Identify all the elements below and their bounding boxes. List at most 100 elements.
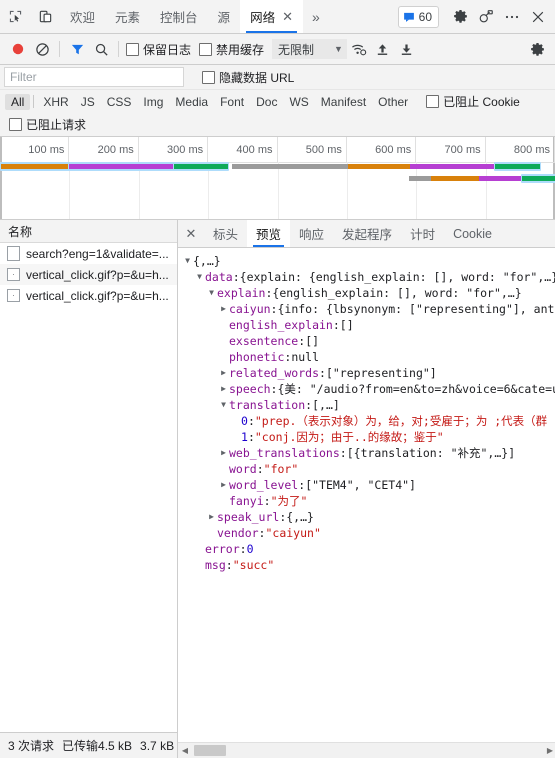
- chevron-right-icon[interactable]: ▶: [218, 477, 229, 493]
- json-line[interactable]: word: "for": [182, 461, 555, 477]
- request-row[interactable]: · vertical_click.gif?p=&u=h...: [0, 285, 177, 306]
- throttling-dropdown[interactable]: 无限制 ▼: [272, 39, 347, 59]
- record-button[interactable]: [6, 37, 30, 61]
- clear-icon[interactable]: [30, 37, 54, 61]
- json-line[interactable]: phonetic: null: [182, 349, 555, 365]
- tab-sources[interactable]: 源: [208, 0, 241, 33]
- json-line[interactable]: fanyi: "为了": [182, 493, 555, 509]
- chevron-right-icon[interactable]: ▶: [218, 365, 229, 381]
- tab-initiator[interactable]: 发起程序: [333, 220, 401, 247]
- chevron-right-icon[interactable]: ▶: [206, 509, 217, 525]
- json-line[interactable]: ▶ speak_url: {,…}: [182, 509, 555, 525]
- json-line[interactable]: ▶ related_words: ["representing"]: [182, 365, 555, 381]
- type-filter-css[interactable]: CSS: [101, 94, 138, 110]
- tab-close-icon[interactable]: ✕: [282, 10, 293, 23]
- checkbox-box[interactable]: [202, 70, 215, 84]
- chevron-right-icon[interactable]: ▶: [218, 445, 229, 461]
- json-line[interactable]: english_explain: []: [182, 317, 555, 333]
- json-line[interactable]: exsentence: []: [182, 333, 555, 349]
- json-line[interactable]: vendor: "caiyun": [182, 525, 555, 541]
- message-count-badge[interactable]: 60: [397, 5, 439, 28]
- type-filter-font[interactable]: Font: [214, 94, 250, 110]
- filter-icon[interactable]: [65, 37, 89, 61]
- json-line[interactable]: ▶ caiyun: {info: {lbsynonym: ["representi…: [182, 301, 555, 317]
- tab-timing[interactable]: 计时: [401, 220, 444, 247]
- type-filter-manifest[interactable]: Manifest: [315, 94, 372, 110]
- devices-icon[interactable]: [473, 9, 499, 24]
- json-line[interactable]: ▼ {,…}: [182, 253, 555, 269]
- json-line[interactable]: 1: "conj.因为；由于..的缘故；鉴于": [182, 429, 555, 445]
- disable-cache-checkbox[interactable]: 禁用缓存: [199, 41, 264, 58]
- devtools-window: 欢迎 元素 控制台 源 网络 ✕ » 60 保留日志 禁用缓存 无限制 ▼ Fi…: [0, 0, 555, 758]
- json-line[interactable]: ▼ explain: {english_explain: [], word: "f…: [182, 285, 555, 301]
- close-icon[interactable]: [525, 10, 551, 24]
- json-preview-tree[interactable]: ▼ {,…} ▼ data: {explain: {english_explain: …: [178, 248, 555, 758]
- json-line[interactable]: ▶ word_level: ["TEM4", "CET4"]: [182, 477, 555, 493]
- tab-headers[interactable]: 标头: [204, 220, 247, 247]
- chevron-down-icon[interactable]: ▼: [206, 285, 217, 301]
- inspect-cursor-icon[interactable]: [0, 0, 30, 33]
- blocked-requests-checkbox[interactable]: 已阻止请求: [9, 116, 86, 133]
- json-line[interactable]: ▶ web_translations: [{translation: "补充",……: [182, 445, 555, 461]
- blocked-cookies-checkbox[interactable]: 已阻止 Cookie: [426, 93, 520, 110]
- json-line[interactable]: ▼ data: {explain: {english_explain: [], w…: [182, 269, 555, 285]
- chevron-down-icon[interactable]: ▼: [218, 397, 229, 413]
- timeline-bar: [522, 176, 555, 181]
- json-token: caiyun: [229, 302, 271, 316]
- type-filter-all[interactable]: All: [5, 93, 31, 110]
- more-options-icon[interactable]: [499, 10, 525, 24]
- json-line[interactable]: ▼ translation: [,…]: [182, 397, 555, 413]
- network-overview[interactable]: 100 ms 200 ms 300 ms 400 ms 500 ms 600 ms 700 …: [0, 137, 555, 220]
- timeline-bar: [69, 164, 174, 169]
- request-row[interactable]: search?eng=1&validate=...: [0, 243, 177, 264]
- close-detail-icon[interactable]: ✕: [178, 220, 204, 247]
- request-list-header[interactable]: 名称: [0, 220, 177, 243]
- type-filter-js[interactable]: JS: [75, 94, 101, 110]
- chevron-down-icon[interactable]: ▼: [194, 269, 205, 285]
- scrollbar-thumb[interactable]: [194, 745, 226, 756]
- json-token: :: [298, 478, 306, 492]
- network-conditions-icon[interactable]: [347, 37, 371, 61]
- tab-network[interactable]: 网络 ✕: [240, 0, 303, 33]
- checkbox-box[interactable]: [199, 42, 213, 56]
- gear-icon[interactable]: [447, 9, 473, 24]
- preserve-log-checkbox[interactable]: 保留日志: [126, 41, 191, 58]
- more-tabs-icon[interactable]: »: [303, 0, 329, 33]
- type-filter-media[interactable]: Media: [169, 94, 214, 110]
- detail-tab-label: 预览: [256, 228, 282, 242]
- type-filter-ws[interactable]: WS: [283, 94, 314, 110]
- scroll-right-arrow[interactable]: ▶: [547, 746, 553, 755]
- type-filter-other[interactable]: Other: [372, 94, 414, 110]
- scroll-left-arrow[interactable]: ◀: [178, 746, 192, 755]
- chevron-right-icon[interactable]: ▶: [218, 301, 229, 317]
- chevron-down-icon[interactable]: ▼: [182, 253, 193, 269]
- json-line[interactable]: ▶ speech: {美: "/audio?from=en&to=zh&voice…: [182, 381, 555, 397]
- request-row[interactable]: · vertical_click.gif?p=&u=h...: [0, 264, 177, 285]
- chevron-right-icon[interactable]: ▶: [218, 381, 229, 397]
- tab-response[interactable]: 响应: [290, 220, 333, 247]
- hide-data-urls-checkbox[interactable]: 隐藏数据 URL: [202, 69, 294, 86]
- json-line[interactable]: 0: "prep.（表示对象）为，给，对;受雇于；为 ;代表（群: [182, 413, 555, 429]
- horizontal-scrollbar[interactable]: ◀ ▶: [178, 742, 555, 758]
- type-filter-doc[interactable]: Doc: [250, 94, 283, 110]
- tab-elements[interactable]: 元素: [105, 0, 150, 33]
- json-line[interactable]: error: 0: [182, 541, 555, 557]
- checkbox-box[interactable]: [126, 42, 139, 56]
- search-input[interactable]: Filter: [4, 67, 184, 87]
- request-list[interactable]: search?eng=1&validate=... · vertical_click…: [0, 243, 177, 732]
- network-settings-gear-icon[interactable]: [525, 37, 549, 61]
- timeline-tick: 500 ms: [278, 137, 347, 162]
- import-har-icon[interactable]: [371, 37, 395, 61]
- type-filter-xhr[interactable]: XHR: [37, 94, 74, 110]
- checkbox-box[interactable]: [9, 118, 22, 131]
- tab-welcome[interactable]: 欢迎: [60, 0, 105, 33]
- device-toolbar-icon[interactable]: [30, 0, 60, 33]
- search-icon[interactable]: [89, 37, 113, 61]
- tab-cookies[interactable]: Cookie: [444, 220, 501, 247]
- type-filter-img[interactable]: Img: [137, 94, 169, 110]
- export-har-icon[interactable]: [395, 37, 419, 61]
- checkbox-box[interactable]: [426, 95, 440, 108]
- tab-preview[interactable]: 预览: [247, 220, 291, 247]
- json-line[interactable]: msg: "succ": [182, 557, 555, 573]
- tab-console[interactable]: 控制台: [150, 0, 208, 33]
